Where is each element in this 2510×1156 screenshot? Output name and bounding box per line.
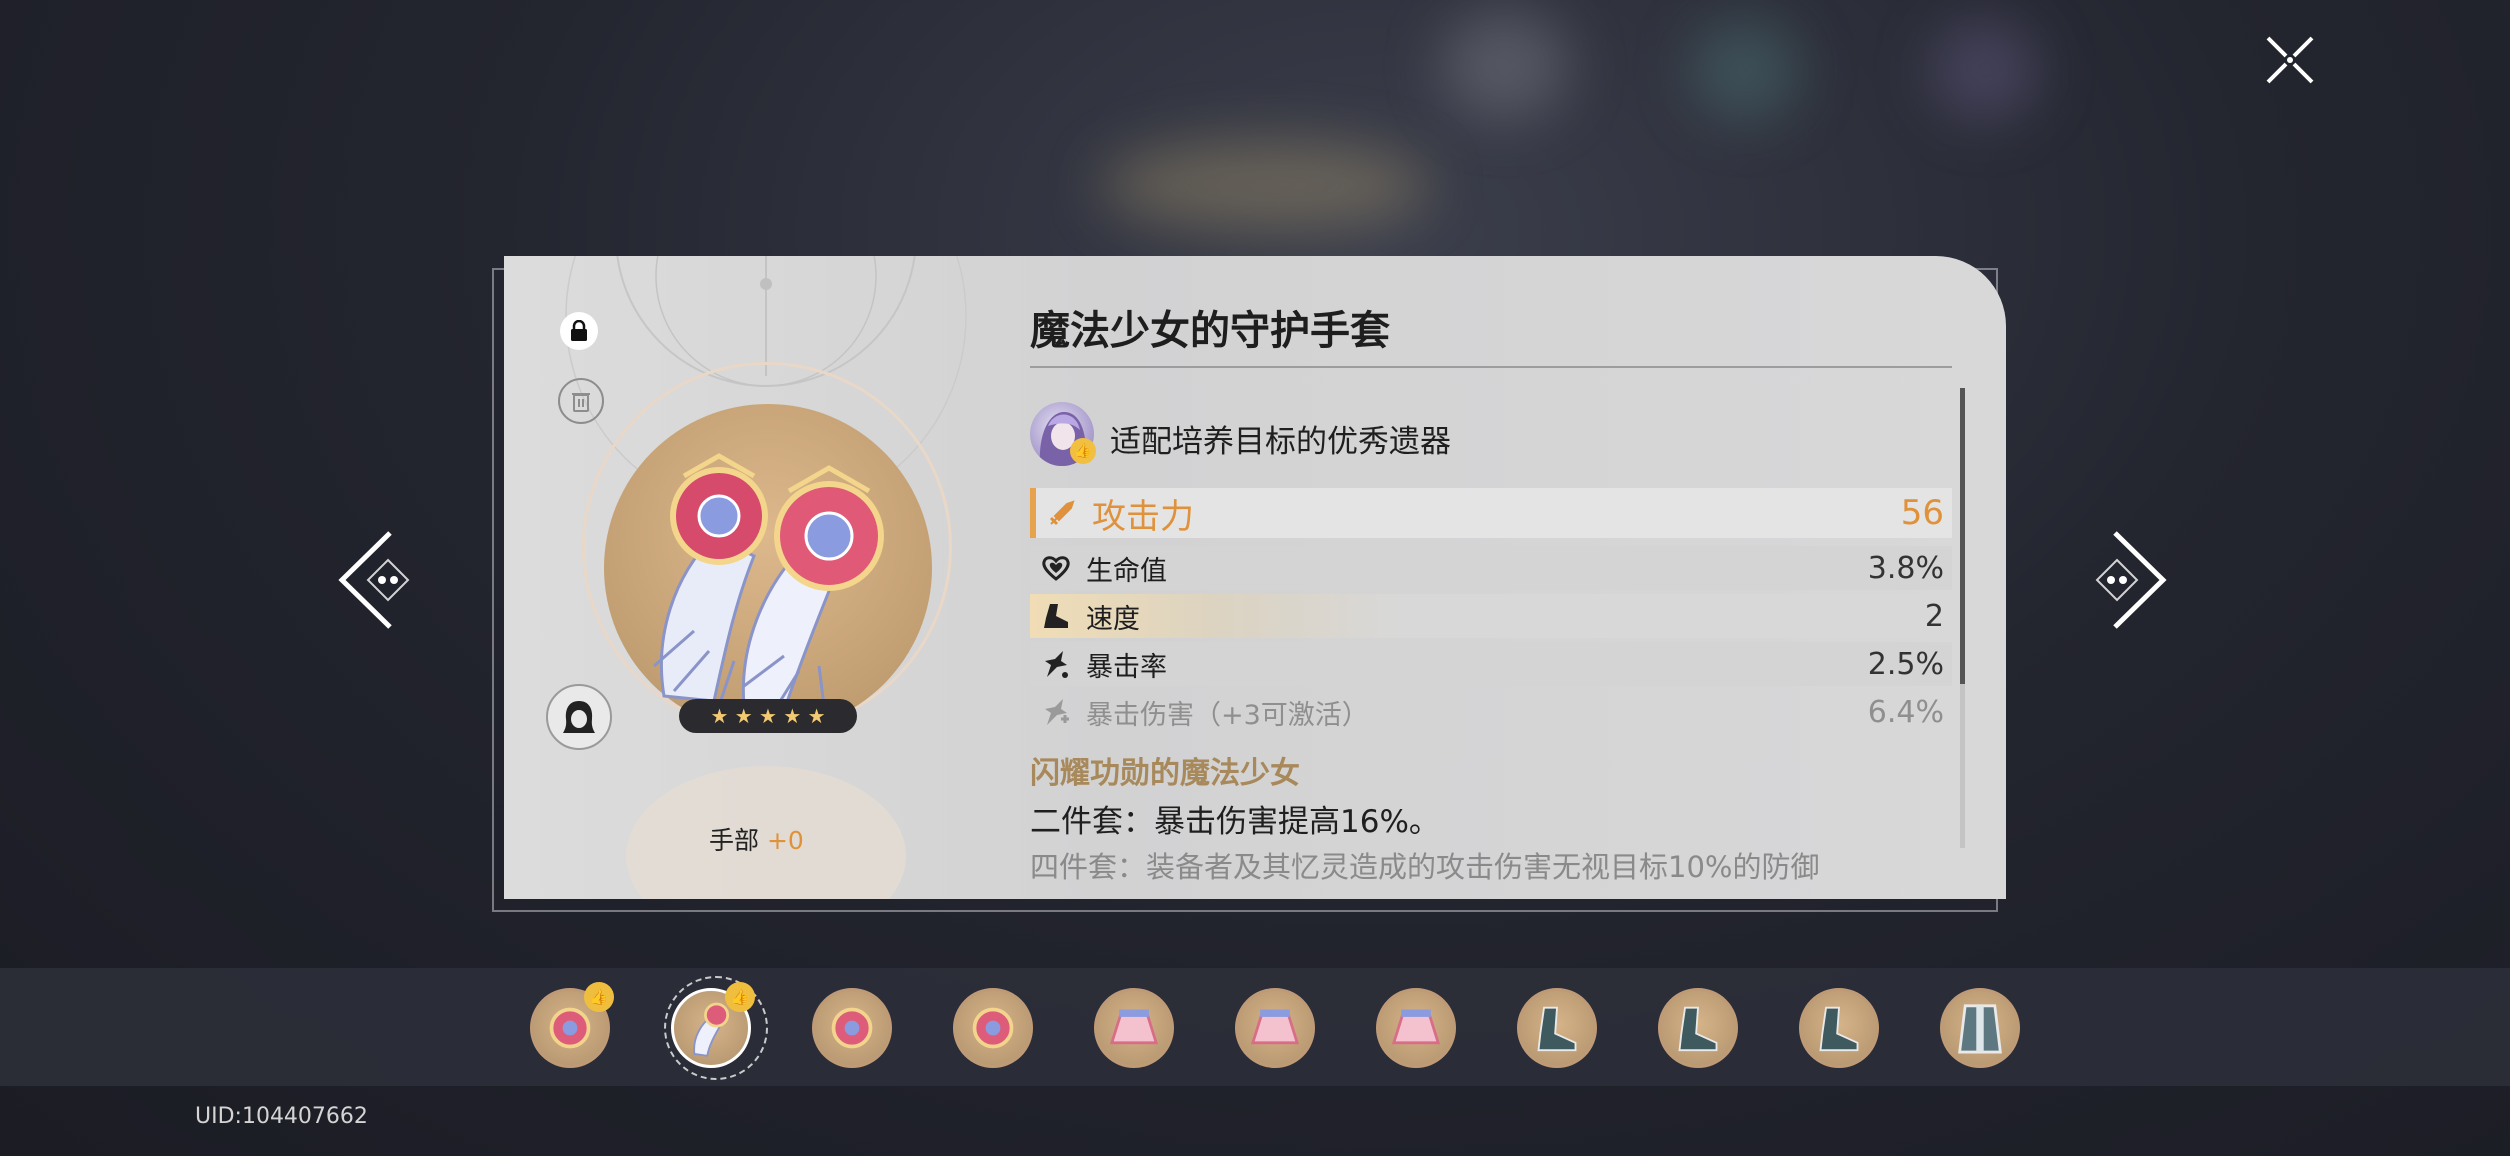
sub-stat-row: 速度 2	[1030, 594, 1952, 638]
background-blur	[1690, 20, 1800, 120]
background-blur	[1100, 140, 1430, 230]
character-silhouette-icon	[563, 701, 595, 733]
lock-button[interactable]	[560, 312, 598, 350]
equipped-character-button[interactable]	[546, 684, 612, 750]
chevron-right-icon	[2095, 531, 2167, 629]
sub-stat-value: 2	[1924, 598, 1944, 634]
relic-name: 魔法少女的守护手套	[1030, 308, 1390, 354]
stats-scrollbar-thumb[interactable]	[1960, 388, 1965, 684]
sub-stat-row: 暴击伤害（+3可激活） 6.4%	[1030, 690, 1952, 734]
sub-stat-value: 2.5%	[1867, 646, 1944, 682]
relic-brooch-icon	[831, 1007, 873, 1049]
sub-stat-name: 生命值	[1086, 555, 1167, 587]
rarity-stars: ★ ★ ★ ★ ★	[679, 699, 857, 733]
relic-thumbnail[interactable]	[953, 988, 1033, 1068]
next-relic-button[interactable]	[2085, 525, 2175, 635]
two-piece-bonus: 二件套：暴击伤害提高16%。	[1030, 804, 1440, 840]
relic-thumbnail[interactable]	[812, 988, 892, 1068]
crit-dmg-icon	[1036, 692, 1076, 732]
main-stat-value: 56	[1900, 493, 1944, 533]
relic-thumbnail[interactable]	[1376, 988, 1456, 1068]
relic-brooch-icon	[972, 1007, 1014, 1049]
sub-stat-row: 生命值 3.8%	[1030, 546, 1952, 590]
relic-thumbnail[interactable]	[1799, 988, 1879, 1068]
recommendation-text: 适配培养目标的优秀遗器	[1110, 424, 1451, 460]
recommended-badge-icon: 👍	[725, 982, 755, 1012]
hp-heart-icon	[1036, 548, 1076, 588]
discard-button[interactable]	[558, 378, 604, 424]
relic-slot-label: 手部 +0	[709, 821, 804, 857]
close-button[interactable]	[2260, 30, 2320, 90]
relic-thumbnail[interactable]	[1517, 988, 1597, 1068]
close-icon	[2266, 36, 2314, 84]
relic-set-name: 闪耀功勋的魔法少女	[1030, 756, 1300, 791]
sub-stat-name: 暴击率	[1086, 651, 1167, 683]
sub-stat-value: 3.8%	[1867, 550, 1944, 586]
relic-skirt-icon	[1250, 1009, 1300, 1045]
main-stat-row: 攻击力 56	[1030, 488, 1952, 538]
background-blur	[1440, 10, 1570, 120]
sub-stat-name: 暴击伤害（+3可激活）	[1086, 699, 1369, 731]
trash-icon	[572, 393, 590, 412]
attack-sword-icon	[1042, 493, 1082, 533]
relic-thumbnail[interactable]	[1094, 988, 1174, 1068]
uid-label: UID:104407662	[195, 1104, 368, 1129]
relic-thumbnail[interactable]	[1235, 988, 1315, 1068]
sub-stat-value: 6.4%	[1867, 694, 1944, 730]
four-piece-bonus: 四件套：装备者及其忆灵造成的攻击伤害无视目标10%的防御	[1030, 850, 1820, 884]
relic-skirt-icon	[1109, 1009, 1159, 1045]
speed-boot-icon	[1036, 596, 1076, 636]
relic-boots-icon	[1537, 1006, 1577, 1052]
recommended-thumbs-up-icon: 👍	[1070, 438, 1096, 464]
sub-stat-name: 速度	[1086, 603, 1140, 635]
relic-boots-icon	[1819, 1006, 1859, 1052]
relic-detail-card: ★ ★ ★ ★ ★ 手部 +0 魔法少女的守护手套 👍 适配培养目标的优秀遗器 …	[504, 256, 2006, 899]
previous-relic-button[interactable]	[330, 525, 420, 635]
relic-boots-icon	[1678, 1006, 1718, 1052]
lock-icon	[571, 320, 587, 341]
relic-cloak-icon	[1958, 1004, 2002, 1054]
sub-stat-row: 暴击率 2.5%	[1030, 642, 1952, 686]
relic-thumbnail[interactable]	[1658, 988, 1738, 1068]
relic-gloves-icon	[653, 453, 884, 713]
main-stat-name: 攻击力	[1092, 496, 1194, 537]
slot-name: 手部	[709, 826, 760, 855]
relic-thumbnail[interactable]	[1940, 988, 2020, 1068]
recommended-badge-icon: 👍	[584, 982, 614, 1012]
relic-skirt-icon	[1391, 1009, 1441, 1045]
title-divider	[1030, 366, 1952, 368]
crit-rate-icon	[1036, 644, 1076, 684]
background-blur	[1930, 20, 2040, 120]
chevron-left-icon	[338, 531, 410, 629]
relic-level: +0	[766, 826, 804, 855]
